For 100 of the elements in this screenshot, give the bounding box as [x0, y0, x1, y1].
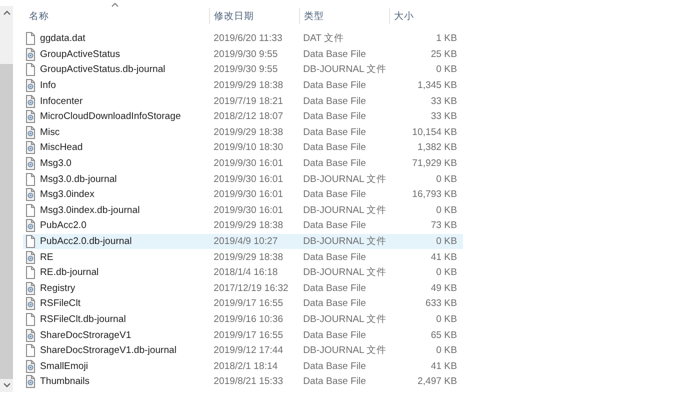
file-name: Infocenter [40, 96, 83, 107]
gear-file-icon [25, 250, 36, 264]
file-type: DB-JOURNAL 文件 [303, 235, 387, 248]
gear-file-icon [25, 188, 36, 202]
file-row[interactable]: Infocenter 2019/7/19 18:21 Data Base File 33 KB [23, 93, 463, 109]
file-row[interactable]: MicroCloudDownloadInfoStorage 2018/2/12 18:07 Data Base File 33 KB [23, 108, 463, 125]
file-type: Data Base File [303, 111, 366, 122]
file-row[interactable]: Msg3.0 2019/9/30 16:01 Data Base File 71,929 KB [23, 156, 463, 172]
modified-date: 2019/9/10 18:30 [214, 142, 284, 154]
file-type: Data Base File [303, 142, 366, 154]
file-row[interactable]: SmallEmoji 2018/2/1 18:14 Data Base File 41 KB [23, 358, 463, 374]
column-header[interactable]: 类型 [300, 8, 390, 24]
file-row[interactable]: Info 2019/9/29 18:38 Data Base File 1,345 KB [23, 78, 463, 94]
modified-date: 2019/9/29 18:38 [214, 80, 284, 92]
file-row[interactable]: ShareDocStrorageV1 2019/9/17 16:55 Data Base File 65 KB [23, 327, 463, 343]
column-header[interactable]: 修改日期 [210, 8, 300, 24]
file-name: PubAcc2.0.db-journal [40, 236, 132, 248]
file-row[interactable]: RSFileClt 2019/9/17 16:55 Data Base File 633 KB [23, 296, 463, 312]
file-name: RE.db-journal [40, 267, 99, 278]
file-row[interactable]: Registry 2017/12/19 16:32 Data Base File 49 KB [23, 280, 463, 296]
gear-file-icon [25, 79, 36, 92]
file-row[interactable]: Msg3.0index 2019/9/30 16:01 Data Base File 16,793 KB [23, 186, 463, 203]
file-name: Msg3.0index [40, 189, 94, 200]
file-name: PubAcc2.0 [40, 220, 86, 232]
file-icon [25, 235, 36, 248]
file-size: 0 KB [436, 267, 457, 278]
file-type: DB-JOURNAL 文件 [303, 63, 387, 76]
scrollbar-thumb[interactable] [0, 64, 13, 379]
file-size: 33 KB [430, 111, 457, 122]
file-row[interactable]: MiscHead 2019/9/10 18:30 Data Base File 1,382 KB [23, 140, 463, 156]
file-type: DB-JOURNAL 文件 [303, 266, 387, 280]
file-size: 41 KB [430, 360, 457, 372]
gear-file-icon [25, 141, 36, 154]
modified-date: 2019/8/21 15:33 [214, 376, 284, 388]
file-name: ShareDocStrorageV1.db-journal [40, 345, 177, 356]
file-size: 0 KB [436, 345, 457, 356]
file-name: MicroCloudDownloadInfoStorage [40, 111, 181, 122]
file-size: 0 KB [436, 174, 457, 185]
file-type: Data Base File [303, 220, 366, 232]
file-name: Msg3.0 [40, 158, 72, 170]
file-row[interactable]: PubAcc2.0 2019/9/29 18:38 Data Base File 73 KB [23, 218, 463, 234]
modified-date: 2019/9/17 16:55 [214, 330, 284, 341]
file-row[interactable]: ShareDocStrorageV1.db-journal 2019/9/12 17:44 DB-JOURNAL 文件 0 KB [23, 342, 463, 358]
file-name: SmallEmoji [40, 360, 88, 372]
file-size: 10,154 KB [412, 126, 457, 138]
file-row[interactable]: PubAcc2.0.db-journal 2019/4/9 10:27 DB-JOURNAL 文件 0 KB [23, 234, 463, 250]
file-row[interactable]: Misc 2019/9/29 18:38 Data Base File 10,154 KB [23, 124, 463, 140]
file-type: DB-JOURNAL 文件 [303, 204, 387, 217]
file-name: RE [40, 252, 54, 263]
modified-date: 2018/1/4 16:18 [214, 267, 278, 278]
file-row[interactable]: RE 2019/9/29 18:38 Data Base File 41 KB [23, 249, 463, 265]
file-row[interactable]: ggdata.dat 2019/6/20 11:33 DAT 文件 1 KB [23, 31, 463, 47]
file-type: Data Base File [303, 298, 366, 310]
file-row[interactable]: RE.db-journal 2018/1/4 16:18 DB-JOURNAL 文件 0 KB [23, 264, 463, 280]
file-size: 73 KB [430, 220, 457, 232]
file-size: 0 KB [436, 314, 457, 325]
scroll-down-icon[interactable] [2, 383, 10, 388]
file-row[interactable]: Thumbnails 2019/8/21 15:33 Data Base File 2,497 KB [23, 374, 463, 390]
file-row[interactable]: Msg3.0.db-journal 2019/9/30 16:01 DB-JOURNAL 文件 0 KB [23, 171, 463, 187]
modified-date: 2019/9/12 17:44 [214, 345, 284, 356]
file-type: Data Base File [303, 282, 366, 294]
modified-date: 2019/4/9 10:27 [214, 236, 278, 248]
file-name: Misc [40, 126, 60, 138]
file-size: 41 KB [430, 252, 457, 263]
file-size: 65 KB [430, 330, 457, 341]
file-name: GroupActiveStatus [40, 48, 120, 60]
file-size: 49 KB [430, 282, 457, 294]
file-name: GroupActiveStatus.db-journal [40, 64, 166, 76]
file-size: 0 KB [436, 204, 457, 216]
file-size: 1 KB [436, 33, 457, 44]
file-icon [25, 63, 36, 76]
scroll-up-icon[interactable] [2, 10, 10, 15]
file-row[interactable]: RSFileClt.db-journal 2019/9/16 10:36 DB-JOURNAL 文件 0 KB [23, 312, 463, 328]
file-size: 25 KB [430, 48, 457, 60]
modified-date: 2019/7/19 18:21 [214, 96, 284, 107]
file-size: 0 KB [436, 236, 457, 248]
file-icon [25, 32, 36, 46]
file-name: ggdata.dat [40, 33, 86, 44]
file-row[interactable]: Msg3.0index.db-journal 2019/9/30 16:01 DB-JOURNAL 文件 0 KB [23, 202, 463, 218]
file-type: Data Base File [303, 48, 366, 60]
file-type: Data Base File [303, 360, 366, 372]
file-type: Data Base File [303, 96, 366, 107]
file-name: RSFileClt [40, 298, 81, 310]
modified-date: 2019/9/30 9:55 [214, 64, 278, 76]
file-row[interactable]: GroupActiveStatus.db-journal 2019/9/30 9:55 DB-JOURNAL 文件 0 KB [23, 62, 463, 78]
scrollbar[interactable] [0, 6, 13, 392]
file-size: 33 KB [430, 96, 457, 107]
file-icon [25, 172, 36, 186]
file-icon [25, 312, 36, 326]
file-icon [25, 344, 36, 358]
file-row[interactable]: GroupActiveStatus 2019/9/30 9:55 Data Base File 25 KB [23, 46, 463, 62]
file-size: 0 KB [436, 64, 457, 76]
file-type: Data Base File [303, 80, 366, 92]
modified-date: 2019/9/30 16:01 [214, 174, 284, 185]
file-icon [25, 204, 36, 217]
modified-date: 2018/2/1 18:14 [214, 360, 278, 372]
column-header[interactable]: 大小 [390, 8, 448, 24]
column-header[interactable]: 名称 [13, 8, 210, 24]
modified-date: 2019/9/29 18:38 [214, 220, 284, 232]
file-name: Info [40, 80, 56, 92]
